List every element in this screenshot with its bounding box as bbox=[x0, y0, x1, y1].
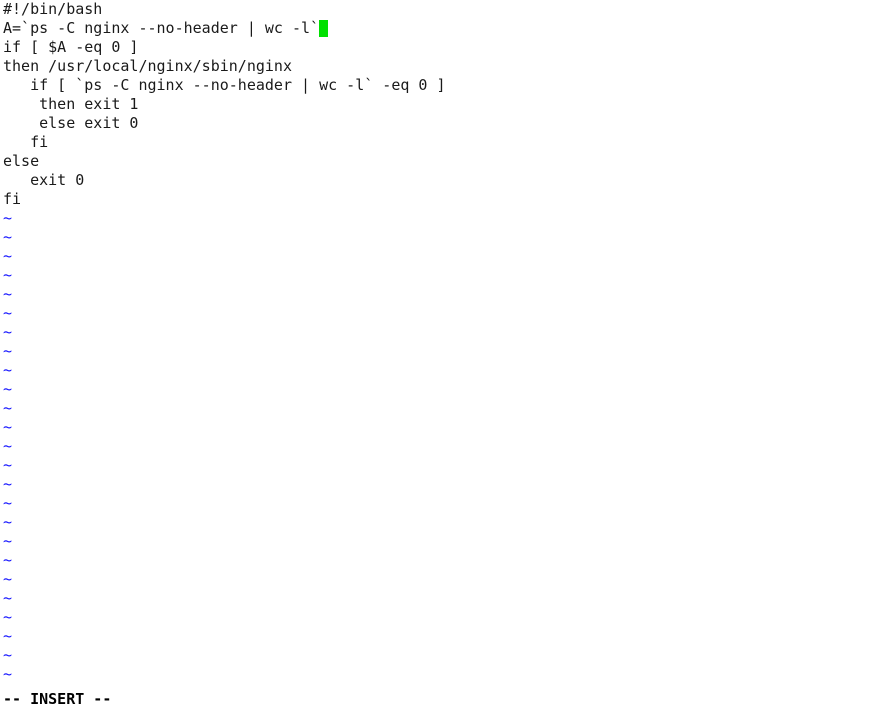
line-text: else exit 0 bbox=[3, 114, 139, 132]
buffer-line[interactable]: else exit 0 bbox=[0, 114, 890, 133]
line-text: fi bbox=[3, 133, 49, 151]
line-text: fi bbox=[3, 190, 22, 208]
line-text: #!/bin/bash bbox=[3, 0, 103, 18]
empty-line-marker: ~ bbox=[3, 532, 13, 550]
empty-line-marker: ~ bbox=[3, 209, 13, 227]
empty-line-marker: ~ bbox=[3, 380, 13, 398]
empty-line-marker: ~ bbox=[3, 608, 13, 626]
buffer-line[interactable]: else bbox=[0, 152, 890, 171]
empty-line-marker: ~ bbox=[3, 589, 13, 607]
buffer-line[interactable]: if [ $A -eq 0 ] bbox=[0, 38, 890, 57]
buffer-line-with-cursor[interactable]: A=`ps -C nginx --no-header | wc -l` bbox=[0, 19, 890, 38]
empty-line-marker: ~ bbox=[3, 627, 13, 645]
empty-line-marker: ~ bbox=[3, 399, 13, 417]
empty-line-marker: ~ bbox=[3, 456, 13, 474]
line-text: if [ `ps -C nginx --no-header | wc -l` -… bbox=[3, 76, 446, 94]
empty-line-marker: ~ bbox=[3, 304, 13, 322]
buffer-line[interactable]: #!/bin/bash bbox=[0, 0, 890, 19]
line-text: A=`ps -C nginx --no-header | wc -l` bbox=[3, 19, 320, 37]
empty-line-marker: ~ bbox=[3, 475, 13, 493]
text-buffer[interactable]: #!/bin/bash A=`ps -C nginx --no-header |… bbox=[0, 0, 890, 688]
empty-line-marker: ~ bbox=[3, 323, 13, 341]
empty-line-markers: ~ ~ ~ ~ ~ ~ ~ ~ ~ ~ ~ ~ ~ ~ ~ ~ ~ ~ ~ ~ ~ ~ ~ ~ ~ bbox=[0, 209, 890, 684]
line-text: if [ $A -eq 0 ] bbox=[3, 38, 139, 56]
line-text: else bbox=[3, 152, 40, 170]
empty-line-marker: ~ bbox=[3, 361, 13, 379]
vim-editor-window: #!/bin/bash A=`ps -C nginx --no-header |… bbox=[0, 0, 890, 725]
empty-line-marker: ~ bbox=[3, 570, 13, 588]
empty-line-marker: ~ bbox=[3, 437, 13, 455]
empty-line-marker: ~ bbox=[3, 266, 13, 284]
buffer-line[interactable]: fi bbox=[0, 133, 890, 152]
empty-line-marker: ~ bbox=[3, 247, 13, 265]
empty-line-marker: ~ bbox=[3, 285, 13, 303]
line-text: exit 0 bbox=[3, 171, 85, 189]
empty-line-marker: ~ bbox=[3, 494, 13, 512]
text-cursor bbox=[319, 20, 329, 37]
line-text: then exit 1 bbox=[3, 95, 139, 113]
buffer-line[interactable]: then exit 1 bbox=[0, 95, 890, 114]
status-bar: -- INSERT -- bbox=[0, 688, 890, 710]
buffer-line[interactable]: if [ `ps -C nginx --no-header | wc -l` -… bbox=[0, 76, 890, 95]
line-text: then /usr/local/nginx/sbin/nginx bbox=[3, 57, 292, 75]
empty-line-marker: ~ bbox=[3, 551, 13, 569]
empty-line-marker: ~ bbox=[3, 665, 13, 683]
empty-line-marker: ~ bbox=[3, 342, 13, 360]
empty-line-marker: ~ bbox=[3, 513, 13, 531]
mode-indicator: -- INSERT -- bbox=[3, 690, 112, 708]
buffer-line[interactable]: fi bbox=[0, 190, 890, 209]
empty-line-marker: ~ bbox=[3, 228, 13, 246]
empty-line-marker: ~ bbox=[3, 418, 13, 436]
buffer-line[interactable]: exit 0 bbox=[0, 171, 890, 190]
buffer-line[interactable]: then /usr/local/nginx/sbin/nginx bbox=[0, 57, 890, 76]
empty-line-marker: ~ bbox=[3, 646, 13, 664]
